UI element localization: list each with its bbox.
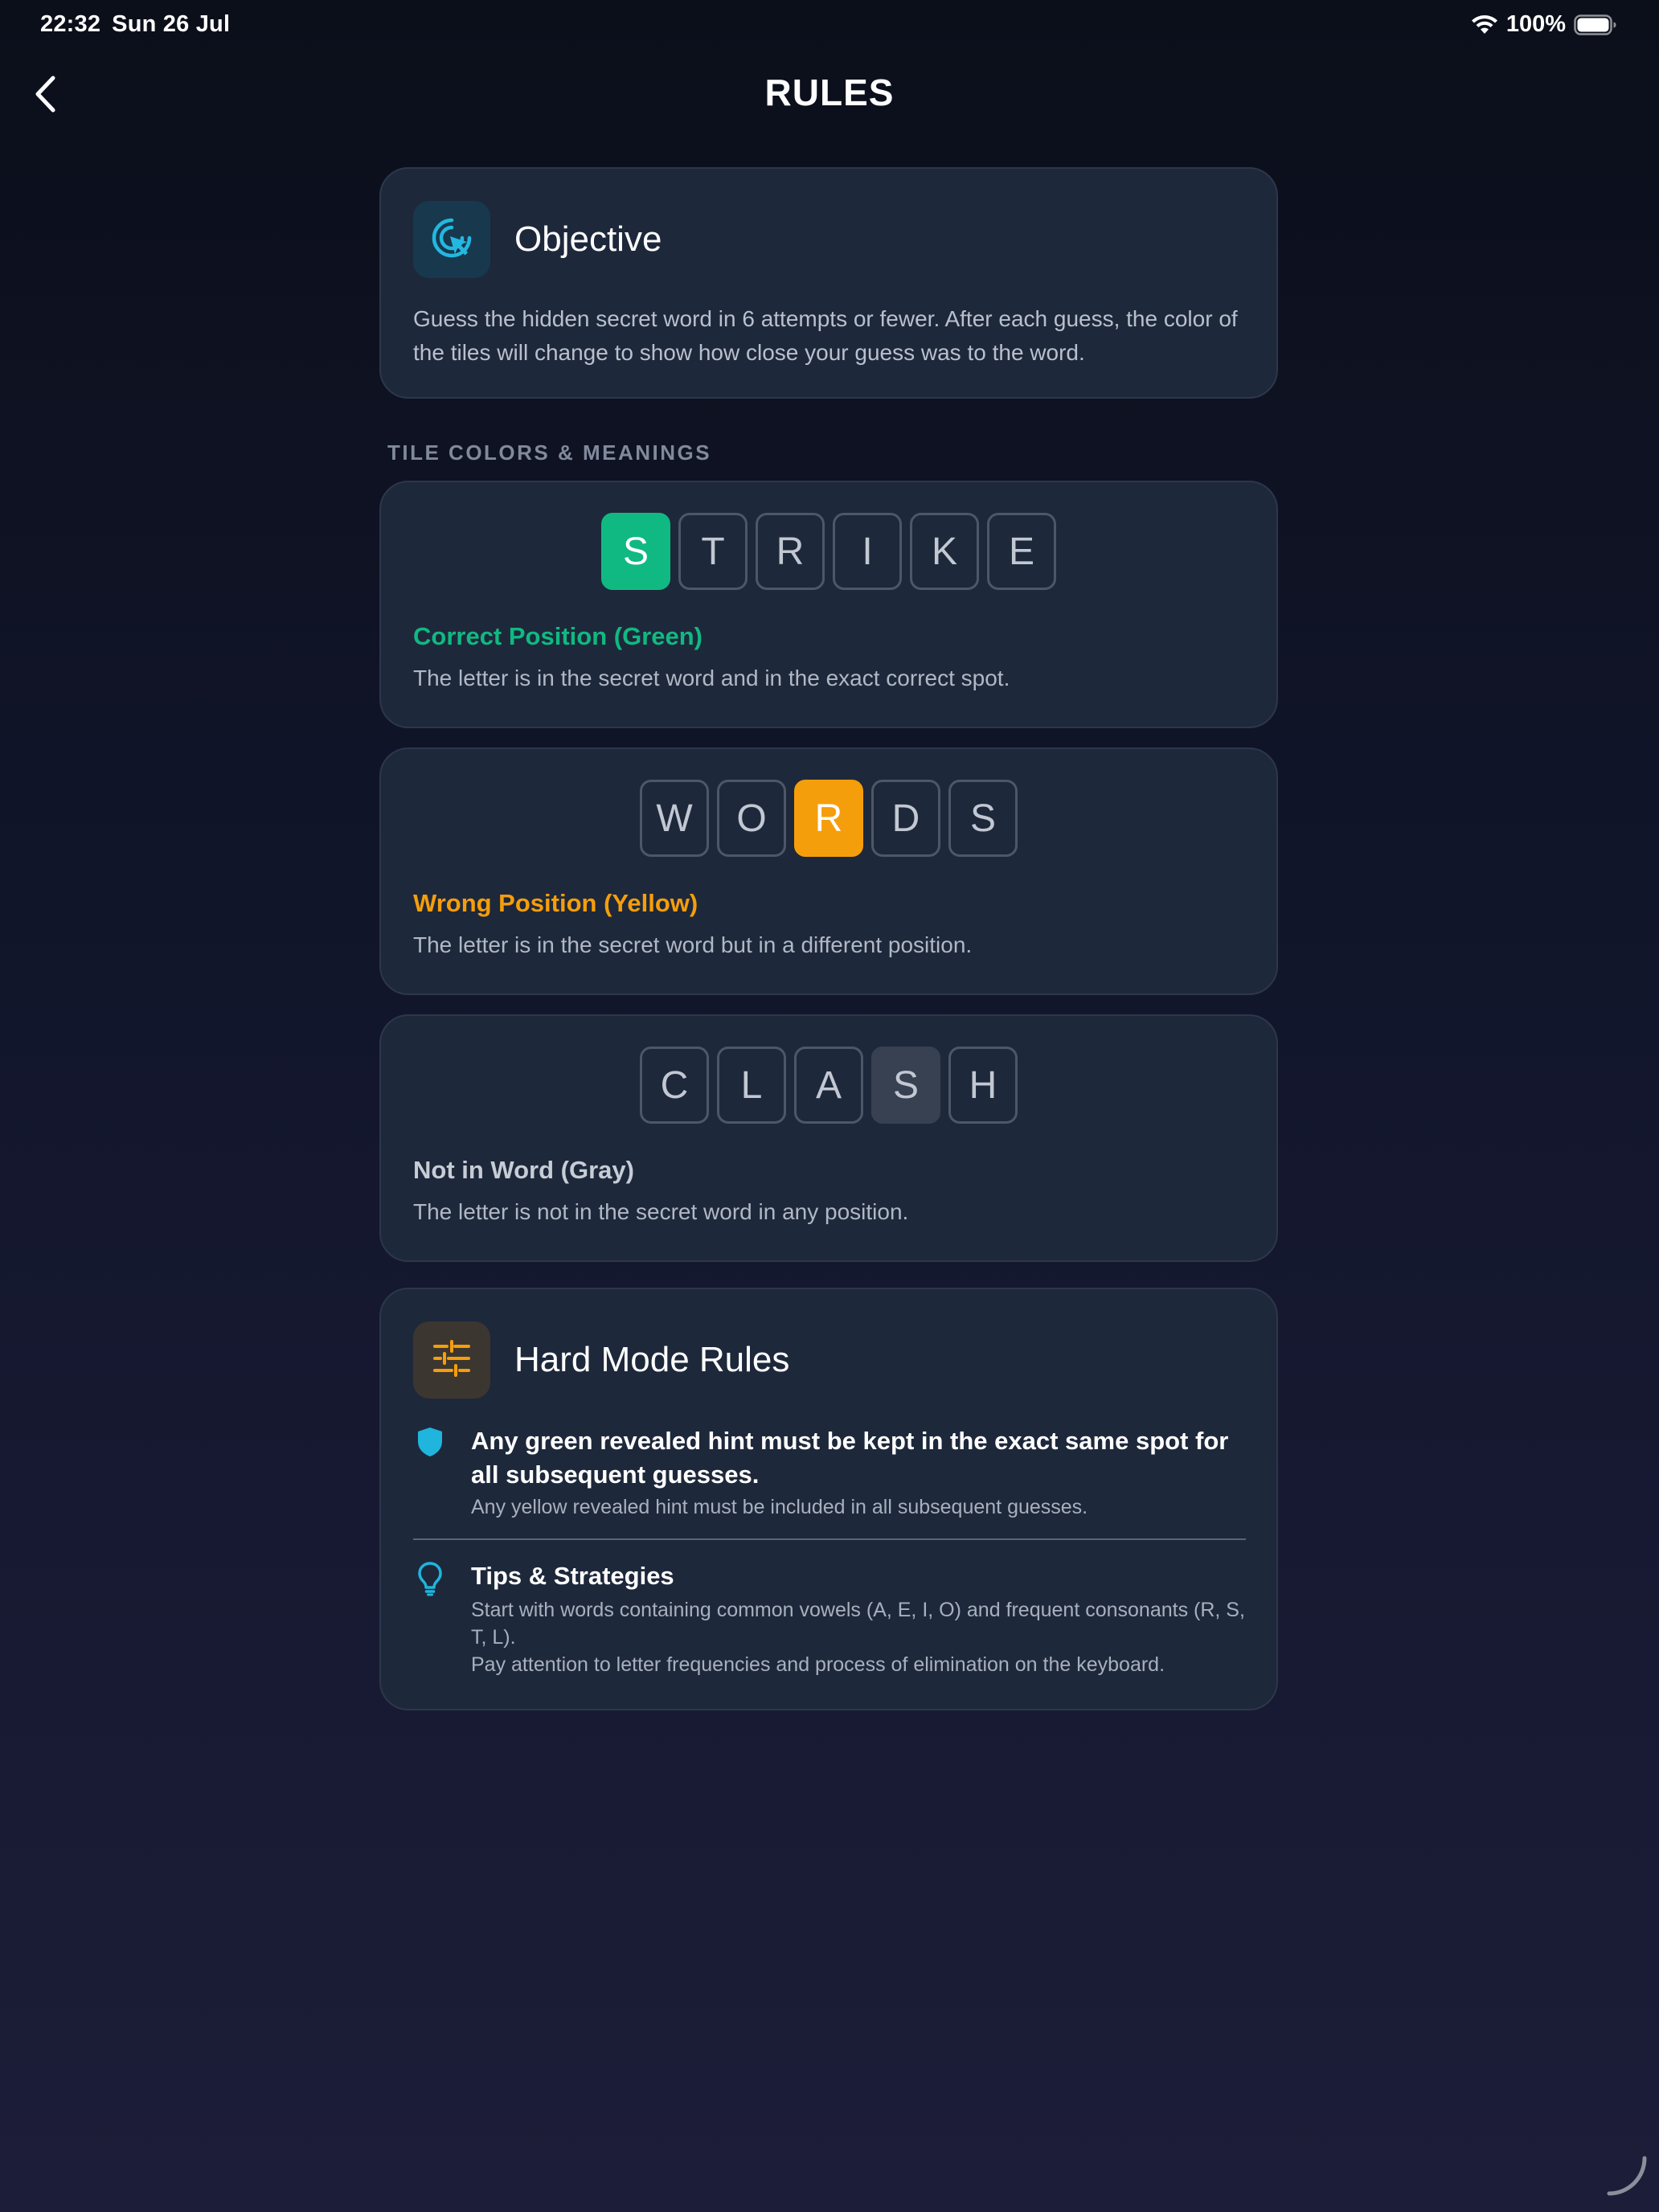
hard-mode-rule: Any green revealed hint must be kept in … [413,1424,1249,1521]
objective-card: Objective Guess the hidden secret word i… [379,167,1278,399]
meaning-title-yellow: Wrong Position (Yellow) [413,889,698,917]
battery-percent: 100% [1505,11,1566,37]
letter-tile: A [794,1047,863,1124]
letter-tile: W [640,780,709,857]
tip-item: Pay attention to letter frequencies and … [471,1653,1165,1676]
wifi-icon [1471,14,1498,35]
letter-tile: S [948,780,1018,857]
hard-mode-rule-primary: Any green revealed hint must be kept in … [471,1427,1229,1489]
meaning-title-green: Correct Position (Green) [413,622,703,650]
tile-example-card-gray: C L A S H Not in Word (Gray) The letter … [379,1014,1278,1262]
battery-icon [1574,14,1617,35]
objective-header: Objective [413,201,662,278]
resize-handle[interactable] [1606,2155,1648,2201]
tile-row: S T R I K E [381,513,1276,590]
hard-mode-rule-secondary: Any yellow revealed hint must be include… [471,1496,1088,1518]
status-bar: 22:32 Sun 26 Jul 100% [0,0,1659,51]
letter-tile: L [717,1047,786,1124]
hard-mode-icon-box [413,1321,490,1399]
objective-icon-box [413,201,490,278]
shield-icon [416,1426,444,1521]
letter-tile: I [833,513,902,590]
letter-tile: D [871,780,940,857]
letter-tile: O [717,780,786,857]
hard-mode-card: Hard Mode Rules Any green revealed hint … [379,1288,1278,1710]
tips-body: Tips & Strategies Start with words conta… [471,1559,1249,1678]
sliders-icon [432,1339,471,1381]
letter-tile: R [756,513,825,590]
lightbulb-icon-wrap [413,1559,471,1678]
hard-mode-title: Hard Mode Rules [514,1340,790,1379]
meaning-desc-gray: The letter is not in the secret word in … [413,1199,909,1224]
divider [413,1538,1246,1540]
tile-row: W O R D S [381,780,1276,857]
hard-mode-header: Hard Mode Rules [413,1321,789,1399]
page-title: RULES [764,72,895,113]
letter-tile: C [640,1047,709,1124]
letter-tile: S [601,513,670,590]
hard-mode-rule-body: Any green revealed hint must be kept in … [471,1424,1249,1521]
lightbulb-icon [416,1561,444,1678]
tips-title: Tips & Strategies [471,1562,674,1590]
status-time: 22:32 Sun 26 Jul [40,11,230,38]
status-indicators: 100% [1471,11,1617,38]
objective-title: Objective [514,219,662,259]
letter-tile: K [910,513,979,590]
tile-example-card-green: S T R I K E Correct Position (Green) The… [379,481,1278,728]
tips-section: Tips & Strategies Start with words conta… [413,1559,1249,1678]
meaning-desc-green: The letter is in the secret word and in … [413,666,1010,690]
status-date: Sun 26 Jul [112,11,231,37]
letter-tile: S [871,1047,940,1124]
letter-tile: T [678,513,748,590]
meaning-title-gray: Not in Word (Gray) [413,1156,634,1184]
target-cursor-icon [429,215,474,264]
letter-tile: H [948,1047,1018,1124]
meaning-desc-yellow: The letter is in the secret word but in … [413,932,973,957]
tile-section-label: TILE COLORS & MEANINGS [387,440,712,465]
tile-row: C L A S H [381,1047,1276,1124]
shield-icon-wrap [413,1424,471,1521]
letter-tile: R [794,780,863,857]
tip-item: Start with words containing common vowel… [471,1599,1245,1649]
status-time-text: 22:32 [40,11,101,37]
objective-text: Guess the hidden secret word in 6 attemp… [413,306,1238,365]
letter-tile: E [987,513,1056,590]
tile-example-card-yellow: W O R D S Wrong Position (Yellow) The le… [379,748,1278,995]
